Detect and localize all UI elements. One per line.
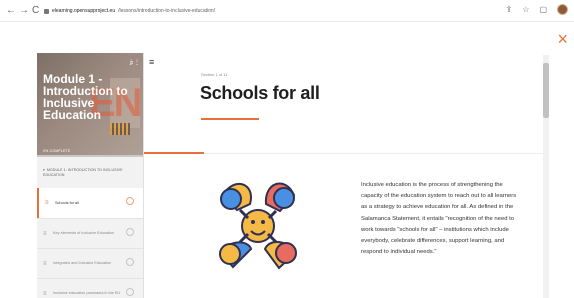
- lesson-body: Inclusive education is the process of st…: [361, 182, 517, 256]
- caret-down-icon: ▾: [43, 168, 45, 172]
- lesson-label: Integrated and Inclusive Education: [53, 261, 112, 265]
- module-label[interactable]: ▾ MODULE 1: INTRODUCTION TO INCLUSIVE EDU…: [43, 168, 138, 178]
- address-bar[interactable]: elearning.opensupproject.eu/lessons/intr…: [44, 4, 215, 18]
- profile-avatar[interactable]: [557, 4, 568, 15]
- lesson-icon: ≡: [43, 230, 47, 237]
- lesson-icon: ≡: [45, 200, 49, 206]
- course-sidebar: EN Module 1 - Introduction to Inclusive …: [37, 53, 144, 298]
- lesson-item[interactable]: ≡ Schools for all: [37, 188, 143, 218]
- share-icon[interactable]: ⇪: [506, 5, 513, 14]
- scrollbar-thumb[interactable]: [543, 63, 549, 118]
- lesson-label: Inclusive education panorama in the EU: [53, 291, 121, 295]
- section-accent: [144, 152, 204, 154]
- lesson-item[interactable]: ≡ Integrated and Inclusive Education: [37, 248, 143, 278]
- completion-circle: [126, 288, 134, 296]
- progress-label: 0% COMPLETE: [43, 149, 71, 153]
- lesson-item[interactable]: ≡ Inclusive education panorama in the EU: [37, 278, 143, 298]
- window-icon[interactable]: ▢: [539, 5, 547, 14]
- completion-circle: [126, 228, 134, 236]
- lesson-icon: ≡: [43, 290, 47, 297]
- lock-icon: [44, 8, 49, 14]
- lesson-label: Schools for all: [55, 200, 79, 205]
- forward-button[interactable]: →: [19, 5, 29, 17]
- browser-toolbar: ← → C elearning.opensupproject.eu/lesson…: [0, 0, 574, 22]
- child-figures-icon: [219, 182, 297, 270]
- menu-icon[interactable]: ≡: [149, 58, 154, 67]
- star-icon[interactable]: ☆: [522, 5, 529, 14]
- back-button[interactable]: ←: [6, 5, 16, 17]
- lesson-label: Key elements of Inclusive Education: [53, 231, 114, 235]
- scrollbar[interactable]: [543, 55, 549, 298]
- course-title: Module 1 - Introduction to Inclusive Edu…: [43, 72, 128, 122]
- section-label: Section 1 of 11: [201, 72, 228, 77]
- lesson-icon: ≡: [43, 260, 47, 267]
- lesson-item[interactable]: ≡ Key elements of Inclusive Education: [37, 218, 143, 248]
- completion-circle: [126, 197, 134, 205]
- completion-circle: [126, 258, 134, 266]
- progress-bar: [37, 155, 143, 157]
- reload-button[interactable]: C: [32, 5, 39, 17]
- url-domain: elearning.opensupproject.eu: [52, 8, 116, 14]
- course-hero: EN Module 1 - Introduction to Inclusive …: [37, 53, 143, 157]
- close-icon[interactable]: ×: [557, 30, 568, 48]
- url-path: /lessons/introduction-to-inclusive-educa…: [118, 8, 216, 14]
- title-divider: [201, 118, 259, 120]
- inclusion-illustration: [219, 182, 297, 270]
- page-title: Schools for all: [200, 83, 320, 103]
- grid-icon[interactable]: ⋮⋮: [128, 59, 140, 66]
